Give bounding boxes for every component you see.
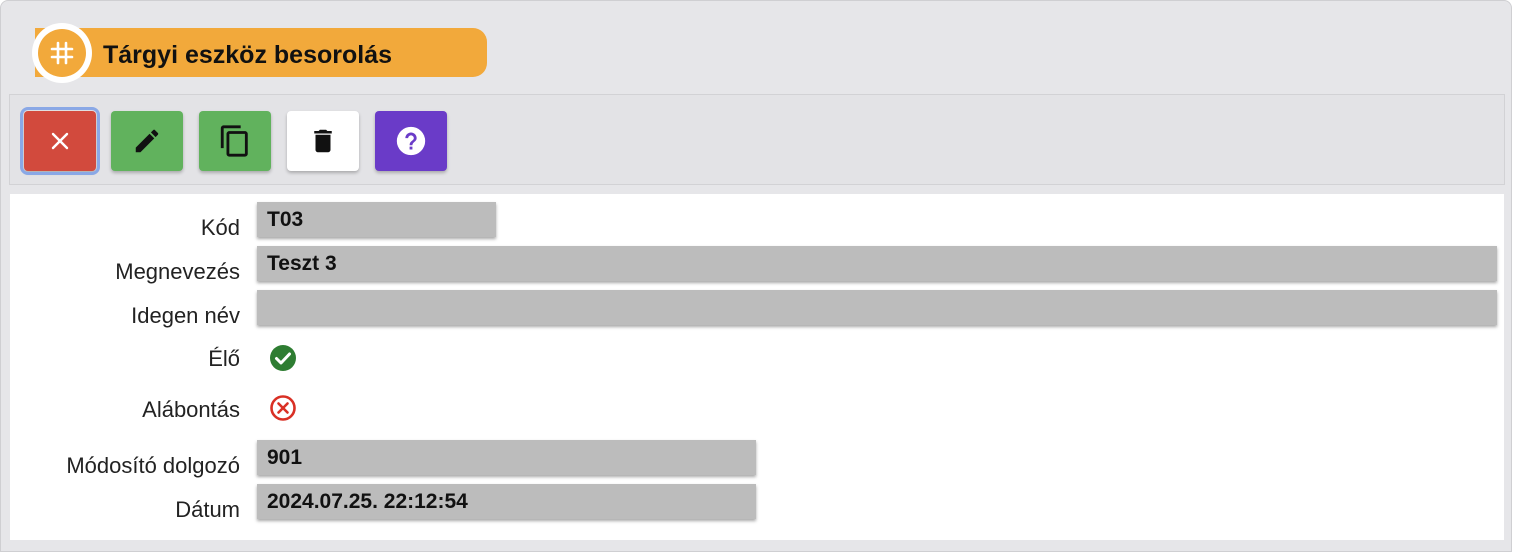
pencil-icon bbox=[135, 129, 159, 153]
record-window: Tárgyi eszköz besorolás Kód T03 Megnevez… bbox=[0, 0, 1512, 552]
megnevezes-field[interactable]: Teszt 3 bbox=[257, 246, 1497, 281]
idegen-nev-field[interactable] bbox=[257, 290, 1497, 325]
datum-label: Dátum bbox=[175, 497, 240, 522]
alabontas-label: Alábontás bbox=[142, 397, 240, 422]
delete-button[interactable] bbox=[287, 111, 359, 171]
page-title: Tárgyi eszköz besorolás bbox=[103, 41, 393, 69]
help-button[interactable] bbox=[375, 111, 447, 171]
record-form: Kód T03 Megnevezés Teszt 3 Idegen név Él… bbox=[10, 194, 1504, 540]
copy-icon bbox=[220, 125, 248, 157]
modosito-dolgozo-field[interactable]: 901 bbox=[257, 440, 756, 475]
trash-icon bbox=[314, 129, 332, 153]
help-icon bbox=[396, 126, 426, 156]
title-badge bbox=[32, 23, 92, 83]
close-icon bbox=[51, 132, 69, 150]
modosito-dolgozo-label: Módosító dolgozó bbox=[66, 453, 240, 478]
kod-label: Kód bbox=[200, 215, 240, 240]
idegen-nev-label: Idegen név bbox=[131, 303, 240, 328]
check-circle-icon[interactable] bbox=[268, 343, 298, 373]
elo-label: Élő bbox=[208, 346, 240, 371]
copy-button[interactable] bbox=[199, 111, 271, 171]
close-button[interactable] bbox=[20, 107, 100, 175]
datum-field[interactable]: 2024.07.25. 22:12:54 bbox=[257, 484, 756, 519]
kod-field[interactable]: T03 bbox=[257, 202, 496, 237]
hash-icon bbox=[38, 29, 86, 77]
x-circle-icon[interactable] bbox=[268, 393, 298, 423]
edit-button[interactable] bbox=[111, 111, 183, 171]
toolbar bbox=[9, 94, 1505, 185]
megnevezes-label: Megnevezés bbox=[115, 259, 240, 284]
